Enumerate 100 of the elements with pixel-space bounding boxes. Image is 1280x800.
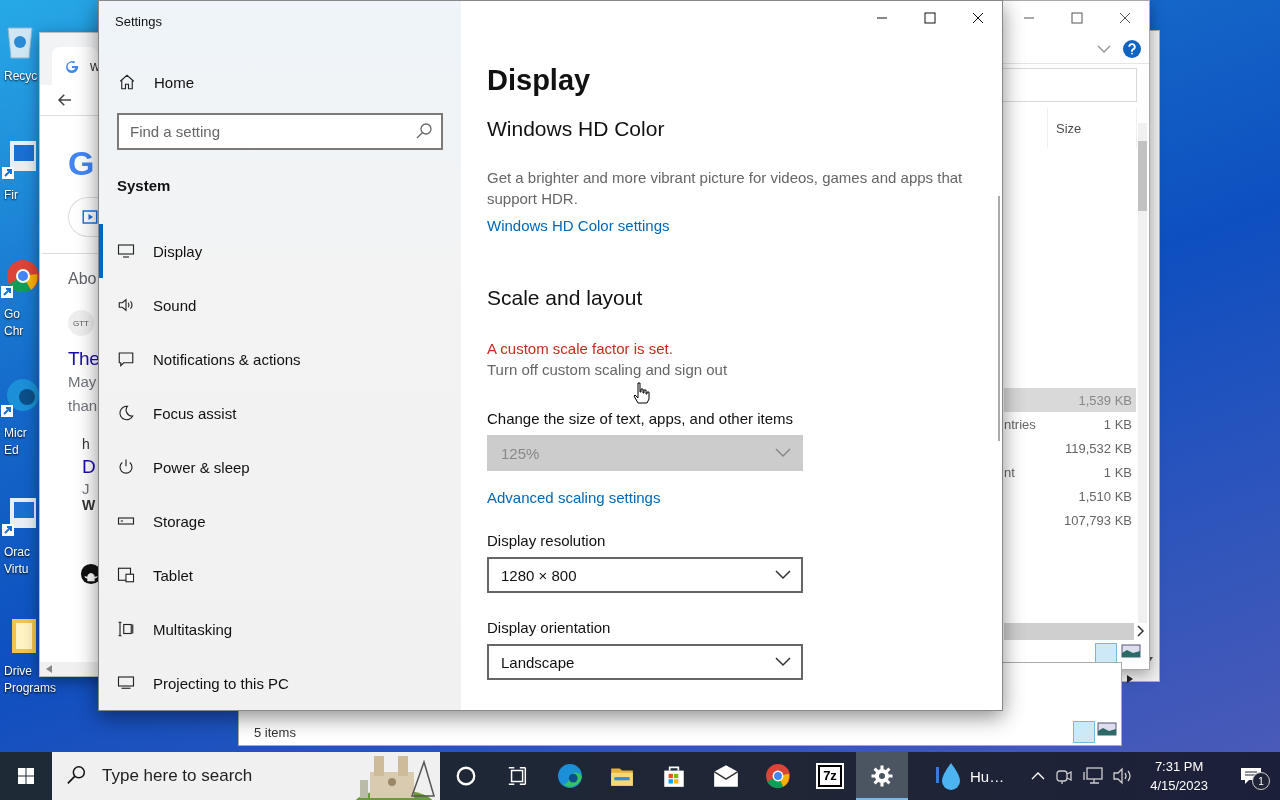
file-row[interactable]: 1,510 KB [1004, 484, 1136, 508]
result-url: h [82, 436, 91, 452]
home-nav-item[interactable]: Home [99, 63, 461, 101]
desktop-icon-label[interactable]: Fir [4, 187, 18, 204]
file-row[interactable]: ntries 1 KB [1004, 412, 1136, 436]
nav-item[interactable]: Tablet [99, 548, 461, 602]
settings-link[interactable]: Advanced scaling settings [487, 489, 661, 506]
horizontal-scrollbar-thumb[interactable] [1004, 623, 1134, 640]
close-icon [972, 12, 984, 24]
dropdown[interactable]: Landscape [487, 644, 803, 680]
app-shortcut-icon [2, 496, 38, 536]
file-row[interactable]: nt 1 KB [1004, 460, 1136, 484]
app-shortcut-icon [2, 139, 38, 179]
scroll-right-arrow-icon [1127, 675, 1133, 683]
nav-item[interactable]: Multitasking [99, 602, 461, 656]
section-heading: Windows HD Color [487, 117, 665, 141]
water-drop-icon [936, 761, 962, 791]
nav-item[interactable]: Storage [99, 494, 461, 548]
tablet-icon [117, 566, 135, 584]
status-text: 5 items [254, 725, 296, 740]
desktop-icon-label[interactable]: Go Chr [4, 306, 24, 340]
search-icon [416, 123, 432, 139]
notifications-button[interactable]: 1 [1240, 760, 1271, 792]
back-arrow-icon[interactable] [56, 91, 74, 109]
close-icon [1119, 12, 1131, 24]
result-date: J [82, 480, 91, 497]
notification-count: 1 [1252, 772, 1271, 790]
scrollbar[interactable] [998, 196, 1000, 441]
file-row[interactable]: 119,532 KB [1004, 436, 1136, 460]
dropdown[interactable]: 1280 × 800 [487, 557, 803, 593]
sign-out-link[interactable]: Turn off custom scaling and sign out [487, 361, 728, 378]
task-view-icon [507, 765, 529, 787]
field-label: Display resolution [487, 532, 606, 549]
help-icon[interactable] [1123, 40, 1141, 58]
window-title: Settings [114, 12, 163, 31]
scrollbar-thumb[interactable] [1138, 141, 1147, 211]
nav-item[interactable]: Projecting to this PC [99, 656, 461, 710]
moon-icon [117, 404, 135, 422]
maximize-icon [924, 12, 936, 24]
weather-widget[interactable]: Hu… [930, 760, 1011, 792]
home-icon [118, 73, 136, 91]
windows-logo-icon [17, 767, 35, 785]
desktop-icon-label[interactable]: Micr Ed [4, 425, 27, 459]
result-snippet: W [82, 497, 96, 513]
section-title: System [117, 177, 172, 194]
chevron-down-icon[interactable] [1097, 45, 1111, 53]
store-bag-icon [661, 763, 687, 789]
result-title-link[interactable]: D [82, 456, 96, 478]
network-icon[interactable] [1082, 766, 1105, 786]
chevron-down-icon [775, 570, 791, 580]
result-title-link[interactable]: The [68, 348, 100, 370]
search-icon [66, 765, 88, 787]
chevron-down-icon [775, 657, 791, 667]
nav-item[interactable]: Notifications & actions [99, 332, 461, 386]
circle-icon [455, 765, 477, 787]
site-avatar: GTT [68, 310, 94, 336]
section-heading: Scale and layout [487, 286, 643, 310]
message-icon [117, 350, 135, 368]
multitasking-icon [117, 620, 135, 638]
7z-icon: 7z [818, 765, 842, 787]
question-mark-icon [1127, 43, 1137, 55]
gear-icon [870, 764, 894, 788]
nav-item[interactable]: Sound [99, 278, 461, 332]
field-label: Display orientation [487, 619, 611, 636]
power-icon [117, 458, 135, 476]
desktop-icon-label[interactable]: Drive Programs [4, 663, 56, 697]
description-text: Get a brighter and more vibrant picture for videos, games and apps that support HDR. [487, 168, 964, 209]
result-snippet: May [68, 372, 97, 392]
video-icon [81, 208, 99, 226]
chrome-icon [765, 763, 791, 789]
edge-icon [557, 763, 583, 789]
projector-icon [117, 674, 135, 692]
monitor-icon [117, 242, 135, 260]
speaker-icon [117, 296, 135, 314]
warning-text: A custom scale factor is set. [487, 340, 673, 357]
envelope-icon [712, 763, 740, 789]
desktop-icon-label[interactable]: Orac Virtu [4, 544, 30, 578]
search-field[interactable]: Find a setting [117, 113, 443, 150]
nav-item[interactable]: Focus assist [99, 386, 461, 440]
chevron-down-icon [775, 448, 791, 458]
search-logo: G [68, 144, 94, 183]
clock[interactable]: 7:31 PM 4/15/2023 [1144, 756, 1215, 796]
hand-cursor-icon [632, 382, 650, 404]
preview-view-icon[interactable] [1121, 643, 1141, 659]
maximize-icon [1071, 12, 1083, 24]
column-header[interactable]: Size [1047, 108, 1137, 148]
page-title: Display [487, 64, 591, 97]
settings-link[interactable]: Windows HD Color settings [487, 217, 670, 234]
taskbar-search-field[interactable]: Type here to search [100, 765, 324, 787]
result-snippet: than [68, 396, 98, 416]
scroll-left-arrow-icon [46, 665, 52, 673]
file-row[interactable]: 107,793 KB [1004, 508, 1136, 532]
preview-view-icon[interactable] [1097, 721, 1117, 737]
google-g-icon [64, 58, 80, 74]
nav-item[interactable]: Power & sleep [99, 440, 461, 494]
field-label: Change the size of text, apps, and other items [487, 410, 793, 427]
taskbar-app-button[interactable]: 7z [804, 752, 856, 800]
scrollbar[interactable] [1138, 123, 1147, 623]
about-text: Abo [68, 270, 97, 288]
taskbar-app-button[interactable] [856, 752, 908, 800]
